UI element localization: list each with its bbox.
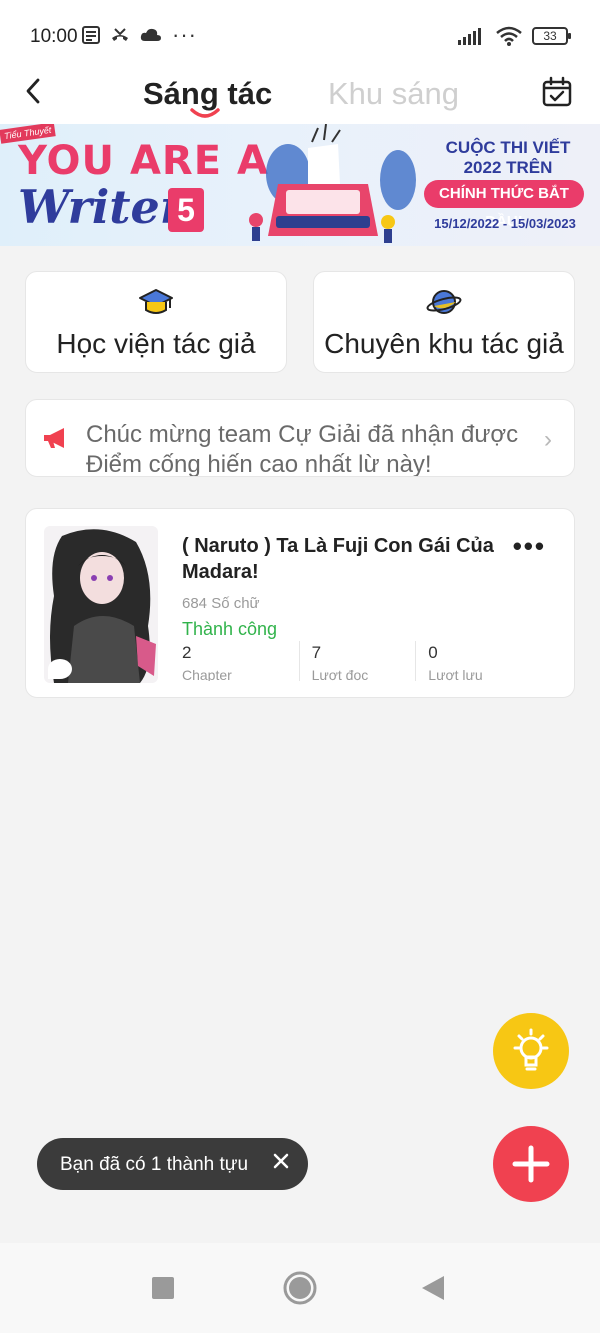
news-icon (82, 26, 100, 44)
header: Sáng tác Khu sáng (0, 72, 600, 124)
toast-text: Bạn đã có 1 thành tựu (60, 1154, 249, 1175)
stat-saves: 0 Lượt lưu (415, 641, 532, 681)
author-academy-card[interactable]: Học viện tác giả (25, 271, 287, 373)
megaphone-icon (44, 428, 64, 448)
author-zone-label: Chuyên khu tác giả (324, 328, 564, 359)
system-nav-bar (0, 1243, 600, 1333)
tab-active-indicator (190, 108, 220, 118)
banner-dates: 15/12/2022 - 15/03/2023 (434, 216, 576, 231)
calendar-icon[interactable] (542, 76, 572, 108)
plus-icon (512, 1145, 550, 1183)
add-work-button[interactable] (493, 1126, 569, 1202)
tab-creative-zone[interactable]: Khu sáng (328, 76, 459, 112)
back-nav-button[interactable] (414, 1268, 454, 1308)
stat-label: Lượt lưu (428, 667, 483, 681)
status-bar: 10:00 ··· 33 (0, 0, 600, 72)
banner-start-badge: CHÍNH THỨC BẮT ĐẦU! (424, 180, 584, 230)
word-count: 684 Số chữ (182, 595, 260, 612)
author-zone-card[interactable]: Chuyên khu tác giả (313, 271, 575, 373)
work-card[interactable]: ( Naruto ) Ta Là Fuji Con Gái Của Madara… (25, 508, 575, 698)
signal-icon (458, 28, 481, 45)
contest-banner[interactable]: Tiểu Thuyết YOU ARE A Writer 5 CUỘC THI … (0, 124, 600, 246)
comment-bubble-icon (48, 659, 72, 679)
banner-number-badge: 5 (168, 188, 204, 232)
wifi-icon (496, 26, 522, 46)
status-time: 10:00 (30, 26, 78, 47)
home-button[interactable] (280, 1268, 320, 1308)
stat-label: Chapter (182, 667, 232, 681)
work-stats: 2 Chapter 7 Lượt đọc 0 Lượt lưu (182, 641, 532, 681)
stat-value: 0 (428, 643, 438, 662)
planet-icon (426, 290, 462, 314)
banner-writer-word: Writer (18, 180, 185, 234)
work-status: Thành công (182, 619, 278, 639)
typewriter-illustration (249, 124, 416, 243)
stat-reads: 7 Lượt đọc (298, 641, 416, 681)
battery-indicator: 33 (532, 27, 571, 45)
back-button[interactable] (20, 76, 50, 106)
close-icon[interactable] (272, 1152, 290, 1170)
more-options-icon[interactable]: ••• (513, 531, 546, 562)
tab-create[interactable]: Sáng tác (143, 76, 272, 112)
graduation-cap-icon (139, 289, 173, 314)
announcement-text: Chúc mừng team Cự Giải đã nhận được Điểm… (86, 421, 519, 477)
stat-value: 7 (311, 643, 322, 662)
status-notification-icons (82, 26, 162, 44)
status-system-icons: 33 (458, 26, 571, 46)
missed-call-icon (112, 28, 128, 41)
stat-value: 2 (182, 643, 192, 662)
stat-chapters: 2 Chapter (182, 641, 299, 681)
recents-button[interactable] (143, 1268, 183, 1308)
lightbulb-icon (513, 1028, 549, 1071)
cloud-icon (140, 28, 161, 41)
status-more-dots: ··· (172, 22, 197, 47)
chevron-right-icon: › (544, 426, 552, 453)
work-title[interactable]: ( Naruto ) Ta Là Fuji Con Gái Của Madara… (182, 533, 512, 585)
idea-button[interactable] (493, 1013, 569, 1089)
achievement-toast: Bạn đã có 1 thành tựu (37, 1138, 308, 1190)
announcement-bar[interactable]: Chúc mừng team Cự Giải đã nhận được Điểm… (25, 399, 575, 477)
stat-label: Lượt đọc (311, 667, 369, 681)
author-academy-label: Học viện tác giả (56, 328, 256, 359)
